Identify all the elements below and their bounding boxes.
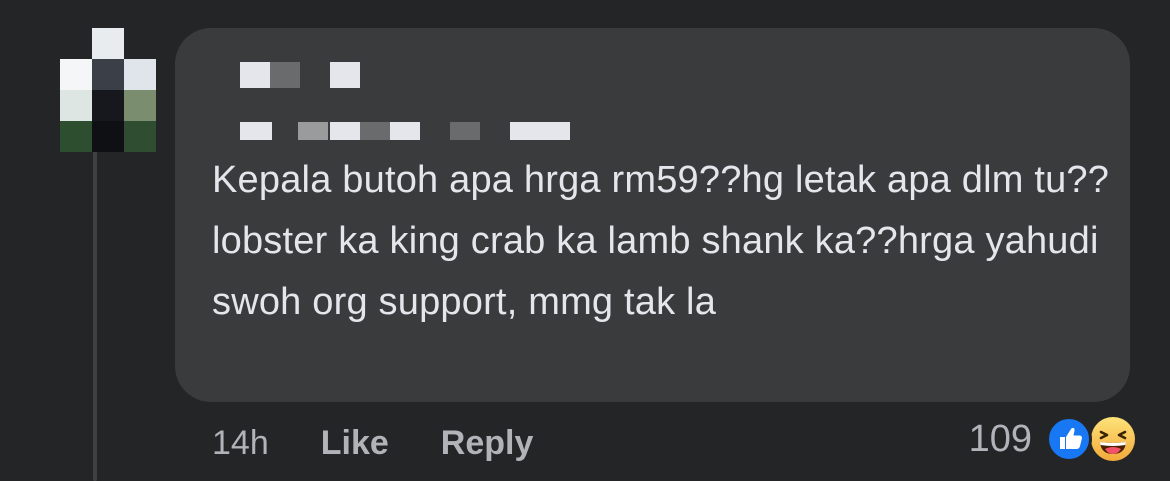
avatar[interactable] (60, 28, 156, 152)
comment-text: Kepala butoh apa hrga rm59??hg letak apa… (212, 159, 1110, 323)
comment-timestamp[interactable]: 14h (212, 424, 269, 463)
reaction-count: 109 (968, 417, 1032, 460)
like-icon (1046, 416, 1092, 462)
reaction-summary[interactable]: 109 (969, 414, 1146, 464)
comment-thread: Kepala butoh apa hrga rm59??hg letak apa… (0, 0, 1170, 481)
comment-actions: 14h Like Reply (212, 420, 585, 466)
reaction-icons (1046, 414, 1146, 464)
reply-button[interactable]: Reply (441, 424, 534, 463)
haha-icon (1088, 414, 1138, 464)
thread-line (93, 150, 97, 481)
like-button[interactable]: Like (321, 424, 389, 463)
